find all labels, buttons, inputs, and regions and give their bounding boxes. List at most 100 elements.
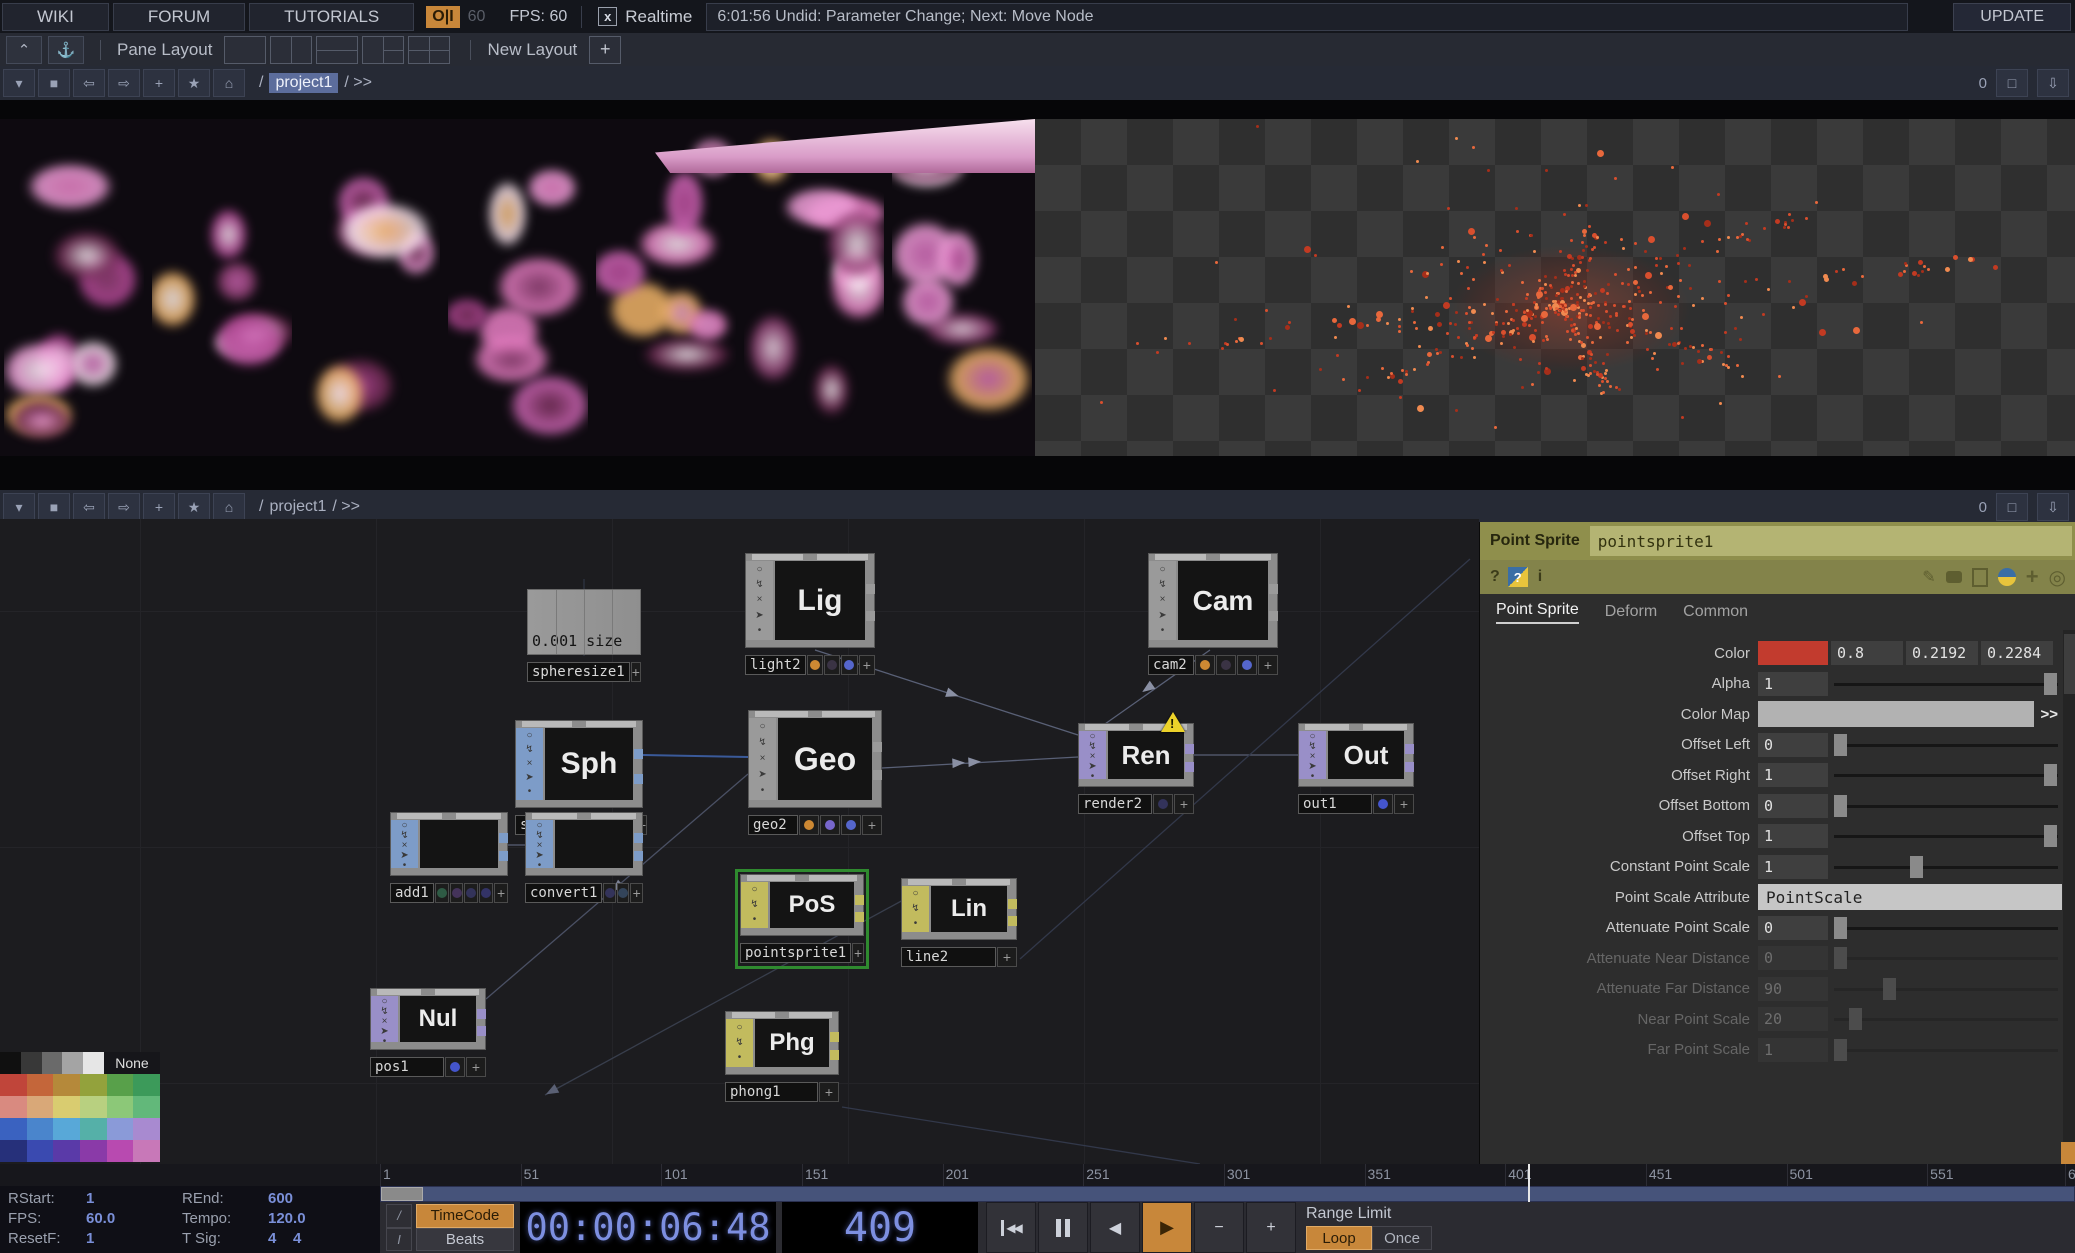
- node-phong1[interactable]: ○↯•Phgphong1+: [725, 1011, 839, 1103]
- timeline-info-value[interactable]: 4 4: [268, 1230, 301, 1247]
- color-value-field[interactable]: 0.8: [1831, 641, 1903, 665]
- node-flag-icon[interactable]: [617, 883, 630, 903]
- node-flag-icon[interactable]: [820, 815, 840, 835]
- param-slider[interactable]: [1834, 977, 2058, 1001]
- slider-handle[interactable]: [1910, 856, 1923, 878]
- param-value-field[interactable]: 0: [1758, 946, 1828, 970]
- loop-button[interactable]: Loop: [1306, 1226, 1372, 1250]
- node-line2[interactable]: ○↯•Linline2+: [901, 878, 1017, 968]
- param-slider[interactable]: [1834, 672, 2058, 696]
- param-slider[interactable]: [1834, 794, 2058, 818]
- param-slider[interactable]: [1834, 855, 2058, 879]
- node-light2[interactable]: ○↯×➤•Liglight2+: [745, 553, 875, 676]
- node-cam2[interactable]: ○↯×➤•Camcam2+: [1148, 553, 1278, 676]
- param-label[interactable]: Attenuate Far Distance: [1482, 980, 1750, 997]
- palette-swatch[interactable]: [27, 1096, 54, 1118]
- palette-none-button[interactable]: None: [104, 1052, 160, 1074]
- pane2-current-comp[interactable]: project1: [269, 498, 326, 516]
- param-label[interactable]: Near Point Scale: [1482, 1011, 1750, 1028]
- node-flag-icon[interactable]: [450, 883, 464, 903]
- param-tab-common[interactable]: Common: [1683, 603, 1748, 621]
- palette-swatch[interactable]: [62, 1052, 83, 1074]
- param-slider[interactable]: [1834, 763, 2058, 787]
- range-handle[interactable]: [381, 1187, 423, 1201]
- node-label[interactable]: geo2: [748, 815, 798, 835]
- param-label[interactable]: Offset Top: [1482, 828, 1750, 845]
- palette-swatch[interactable]: [27, 1074, 54, 1096]
- slider-handle[interactable]: [2044, 673, 2057, 695]
- palette-swatch[interactable]: [133, 1140, 160, 1162]
- param-tab-point-sprite[interactable]: Point Sprite: [1496, 601, 1579, 624]
- node-flag-icon[interactable]: [841, 655, 857, 675]
- palette-swatch[interactable]: [107, 1096, 134, 1118]
- node-add-flag-icon[interactable]: +: [630, 883, 643, 903]
- menu-tab-forum[interactable]: FORUM: [113, 3, 245, 31]
- timeline-info-value[interactable]: 600: [268, 1190, 293, 1207]
- node-flag-icon[interactable]: [603, 883, 616, 903]
- layout-preset-vsplit[interactable]: [270, 36, 312, 64]
- slider-handle[interactable]: [1883, 978, 1896, 1000]
- pause-button[interactable]: [1038, 1202, 1088, 1253]
- slider-handle[interactable]: [1849, 1008, 1862, 1030]
- node-flag-icon[interactable]: [824, 655, 840, 675]
- palette-swatch[interactable]: [53, 1140, 80, 1162]
- param-value-field[interactable]: 0: [1758, 794, 1828, 818]
- param-label[interactable]: Offset Left: [1482, 736, 1750, 753]
- param-value-field[interactable]: 0: [1758, 733, 1828, 757]
- pane2-collapse-icon[interactable]: ⇩: [2037, 493, 2069, 521]
- timecode-mode-button[interactable]: TimeCode: [416, 1204, 514, 1228]
- pane1-forward-icon[interactable]: ⇨: [108, 69, 140, 97]
- mode-slash-button[interactable]: /: [386, 1204, 412, 1228]
- param-label[interactable]: Color Map: [1482, 706, 1750, 723]
- step-back-button[interactable]: ◀: [1090, 1202, 1140, 1253]
- node-out1[interactable]: ○↯×➤•Outout1+: [1298, 723, 1414, 815]
- palette-swatch[interactable]: [80, 1096, 107, 1118]
- node-flag-icon[interactable]: [479, 883, 493, 903]
- palette-swatch[interactable]: [80, 1118, 107, 1140]
- node-label[interactable]: out1: [1298, 794, 1372, 814]
- palette-swatch[interactable]: [0, 1074, 27, 1096]
- warning-icon[interactable]: !: [1161, 712, 1185, 732]
- param-value-field[interactable]: 1: [1758, 763, 1828, 787]
- slider-handle[interactable]: [1834, 947, 1847, 969]
- palette-swatch[interactable]: [107, 1140, 134, 1162]
- pane1-home-icon[interactable]: ⌂: [213, 69, 245, 97]
- param-value-field[interactable]: 0: [1758, 916, 1828, 940]
- slider-handle[interactable]: [2044, 825, 2057, 847]
- edit-comment-icon[interactable]: ✎: [1922, 567, 1935, 587]
- palette-swatch[interactable]: [0, 1118, 27, 1140]
- particle-preview-viewport[interactable]: [1035, 119, 2075, 456]
- menu-tab-wiki[interactable]: WIKI: [2, 3, 109, 31]
- pane2-dropdown-icon[interactable]: ▾: [3, 493, 35, 521]
- node-add-flag-icon[interactable]: +: [1174, 794, 1194, 814]
- node-flag-icon[interactable]: [464, 883, 478, 903]
- node-label[interactable]: pointsprite1: [740, 943, 851, 963]
- pane1-add-icon[interactable]: +: [143, 69, 175, 97]
- play-button[interactable]: ▶: [1142, 1202, 1192, 1253]
- beats-mode-button[interactable]: Beats: [416, 1228, 514, 1252]
- color-swatch[interactable]: [1758, 641, 1828, 665]
- realtime-checkbox[interactable]: x: [598, 7, 617, 26]
- param-label[interactable]: Offset Right: [1482, 767, 1750, 784]
- fps-readout[interactable]: FPS: 60: [509, 8, 567, 26]
- timeline-info-value[interactable]: 1: [86, 1230, 94, 1247]
- timeline-ruler[interactable]: 151101151201251301351401451501551600: [0, 1164, 2075, 1186]
- node-label[interactable]: render2: [1078, 794, 1152, 814]
- param-value-field[interactable]: 90: [1758, 977, 1828, 1001]
- palette-swatch[interactable]: [133, 1118, 160, 1140]
- pane1-collapse-icon[interactable]: ⇩: [2037, 69, 2069, 97]
- palette-swatch[interactable]: [0, 1052, 21, 1074]
- layout-preset-quad[interactable]: [408, 36, 450, 64]
- param-slider[interactable]: [1834, 1038, 2058, 1062]
- node-add-flag-icon[interactable]: +: [1258, 655, 1278, 675]
- node-flag-icon[interactable]: [1216, 655, 1236, 675]
- node-add-flag-icon[interactable]: +: [466, 1057, 486, 1077]
- node-label[interactable]: line2: [901, 947, 996, 967]
- add-layout-button[interactable]: +: [589, 36, 621, 64]
- pane2-add-icon[interactable]: +: [143, 493, 175, 521]
- node-add-flag-icon[interactable]: +: [852, 943, 864, 963]
- expand-arrow[interactable]: >>: [2040, 706, 2058, 723]
- node-flag-icon[interactable]: [1373, 794, 1393, 814]
- param-slider[interactable]: [1834, 946, 2058, 970]
- copy-parameters-icon[interactable]: [1972, 568, 1988, 587]
